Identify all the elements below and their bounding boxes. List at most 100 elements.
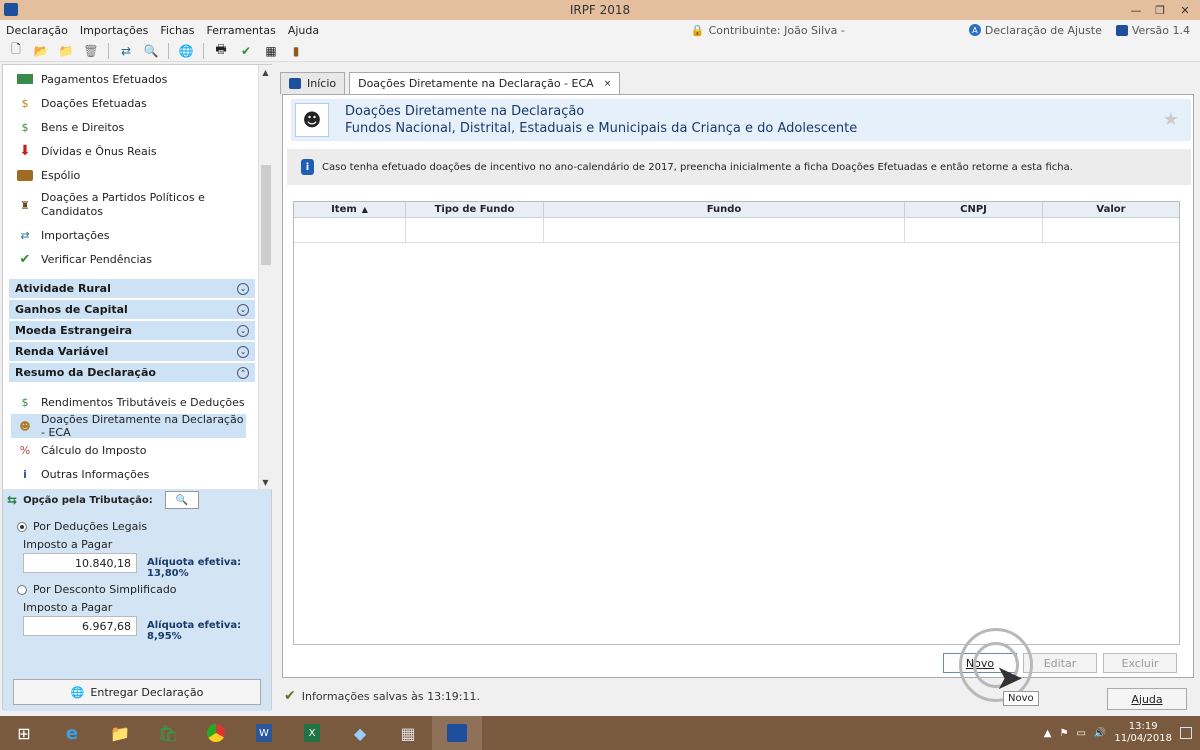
info-icon: i [23, 467, 27, 481]
ajuda-button[interactable]: Ajuda [1107, 688, 1187, 710]
clock[interactable]: 13:19 11/04/2018 [1114, 721, 1172, 745]
tab-doacoes-eca[interactable]: Doações Diretamente na Declaração - ECA … [349, 72, 621, 94]
nav-item-doacoes-partidos[interactable]: ♜ Doações a Partidos Políticos e Candida… [3, 187, 258, 223]
search-icon: 🔍 [175, 494, 188, 506]
nav-item-calculo-imposto[interactable]: % Cálculo do Imposto [3, 438, 258, 462]
option-deducoes-legais[interactable]: Por Deduções Legais [17, 520, 147, 533]
section-renda-variavel[interactable]: Renda Variável ⌄ [9, 342, 255, 361]
book-icon[interactable]: ▮ [288, 43, 304, 59]
nav-item-dividas[interactable]: ⬇ Dívidas e Ônus Reais [3, 139, 258, 163]
taskbar-irpf[interactable] [432, 716, 482, 750]
section-ganhos-capital[interactable]: Ganhos de Capital ⌄ [9, 300, 255, 319]
donation-money-icon: $ [21, 96, 29, 110]
nav-item-bens-direitos[interactable]: $ Bens e Direitos [3, 115, 258, 139]
search-button[interactable]: 🔍 [164, 491, 199, 509]
toolbar-separator [168, 42, 169, 59]
nav-item-doacoes-eca[interactable]: ☻ Doações Diretamente na Declaração - EC… [11, 413, 246, 439]
assets-icon: $ [21, 120, 29, 134]
taskbar-word[interactable]: W [240, 716, 288, 750]
page-title: Doações Diretamente na Declaração [345, 104, 585, 119]
start-button[interactable]: ⊞ [0, 716, 48, 750]
col-cnpj[interactable]: CNPJ [905, 202, 1043, 217]
section-atividade-rural[interactable]: Atividade Rural ⌄ [9, 279, 255, 298]
home-icon [289, 78, 301, 89]
calculator-icon[interactable]: ▦ [263, 43, 279, 59]
check-icon[interactable]: ✔ [238, 43, 254, 59]
taskbar-ie[interactable]: e [48, 716, 96, 750]
col-tipo-fundo[interactable]: Tipo de Fundo [406, 202, 544, 217]
section-resumo-declaracao[interactable]: Resumo da Declaração ⌃ [9, 363, 255, 382]
main-area: Início Doações Diretamente na Declaração… [278, 64, 1198, 710]
taskbar-chrome[interactable] [192, 716, 240, 750]
scroll-up-icon[interactable]: ▲ [259, 65, 272, 79]
table-row[interactable] [294, 218, 1179, 243]
new-file-icon[interactable]: 🗋 [8, 42, 24, 59]
tab-inicio[interactable]: Início [280, 72, 346, 94]
nav-scrollbar[interactable]: ▲ ▼ [258, 65, 272, 489]
col-fundo[interactable]: Fundo [544, 202, 905, 217]
expand-icon: ⌄ [237, 303, 249, 316]
close-tab-icon[interactable]: × [604, 79, 612, 89]
check-icon: ✔ [19, 251, 31, 267]
chrome-icon [207, 724, 225, 742]
nav-item-verificar-pendencias[interactable]: ✔ Verificar Pendências [3, 247, 258, 271]
taskbar-store[interactable]: 🛍 [144, 716, 192, 750]
calculator-icon: ▦ [400, 723, 416, 743]
nav-item-outras-informacoes[interactable]: i Outras Informações [3, 462, 258, 486]
notifications-icon[interactable] [1180, 727, 1192, 739]
radio-desconto-simplificado[interactable] [17, 584, 27, 595]
expand-icon: ⌄ [237, 282, 249, 295]
trash-icon[interactable]: 🗑 [83, 43, 99, 59]
entregar-declaracao-button[interactable]: 🌐 Entregar Declaração [13, 679, 261, 705]
restore-button[interactable]: ❐ [1148, 0, 1172, 20]
menu-ajuda[interactable]: Ajuda [282, 24, 325, 37]
scroll-down-icon[interactable]: ▼ [259, 475, 272, 489]
menu-ferramentas[interactable]: Ferramentas [200, 24, 281, 37]
imposto-value-1: 10.840,18 [23, 553, 137, 573]
col-valor[interactable]: Valor [1043, 202, 1179, 217]
editar-button[interactable]: Editar [1023, 653, 1097, 673]
taskbar-explorer[interactable]: 📁 [96, 716, 144, 750]
aliquota-2: Alíquota efetiva: 8,95% [147, 620, 242, 642]
tooltip: Novo [1003, 691, 1039, 706]
menu-fichas[interactable]: Fichas [154, 24, 200, 37]
taskbar-excel[interactable]: X [288, 716, 336, 750]
window-title: IRPF 2018 [569, 3, 631, 17]
radio-deducoes-legais[interactable] [17, 521, 27, 532]
tax-calc-icon: % [19, 443, 31, 457]
scroll-thumb[interactable] [261, 165, 271, 265]
option-desconto-simplificado[interactable]: Por Desconto Simplificado [17, 583, 177, 596]
taskbar-app[interactable]: ◆ [336, 716, 384, 750]
nav-item-doacoes-efetuadas[interactable]: $ Doações Efetuadas [3, 91, 258, 115]
favorite-star-icon[interactable]: ★ [1163, 109, 1179, 130]
menu-declaracao[interactable]: Declaração [0, 24, 74, 37]
nav-item-rendimentos[interactable]: $ Rendimentos Tributáveis e Deduções [3, 390, 258, 414]
section-moeda-estrangeira[interactable]: Moeda Estrangeira ⌄ [9, 321, 255, 340]
flag-icon[interactable]: ⚑ [1059, 728, 1068, 739]
import-icon: ⇄ [20, 228, 30, 242]
folder-icon[interactable]: 📁 [58, 43, 74, 59]
col-item[interactable]: Item ▲ [294, 202, 406, 217]
show-hidden-icon[interactable]: ▲ [1044, 728, 1052, 739]
excluir-button[interactable]: Excluir [1103, 653, 1177, 673]
open-folder-icon[interactable]: 📂 [33, 43, 49, 59]
globe-icon[interactable]: 🌐 [178, 43, 194, 59]
minimize-button[interactable]: — [1124, 0, 1148, 20]
import-icon[interactable]: ⇄ [118, 43, 134, 59]
aliquota-1: Alíquota efetiva: 13,80% [147, 557, 242, 579]
nav-item-pagamentos[interactable]: Pagamentos Efetuados [3, 67, 258, 91]
page-header: ☻ Doações Diretamente na Declaração Fund… [285, 99, 1191, 141]
volume-icon[interactable]: 🔊 [1094, 728, 1106, 739]
taskbar-calculator[interactable]: ▦ [384, 716, 432, 750]
import-search-icon[interactable]: 🔍 [143, 43, 159, 59]
nav-item-importacoes[interactable]: ⇄ Importações [3, 223, 258, 247]
network-icon[interactable]: ▭ [1076, 728, 1085, 739]
close-button[interactable]: ✕ [1172, 0, 1198, 20]
nav-item-espolio[interactable]: Espólio [3, 163, 258, 187]
menu-importacoes[interactable]: Importações [74, 24, 155, 37]
tax-option-header: ⇆ Opção pela Tributação: 🔍 [7, 489, 199, 511]
excel-icon: X [304, 724, 320, 742]
irpf-icon [447, 724, 467, 742]
children-donation-icon: ☻ [19, 419, 31, 433]
print-icon[interactable]: 🖶 [213, 42, 229, 59]
